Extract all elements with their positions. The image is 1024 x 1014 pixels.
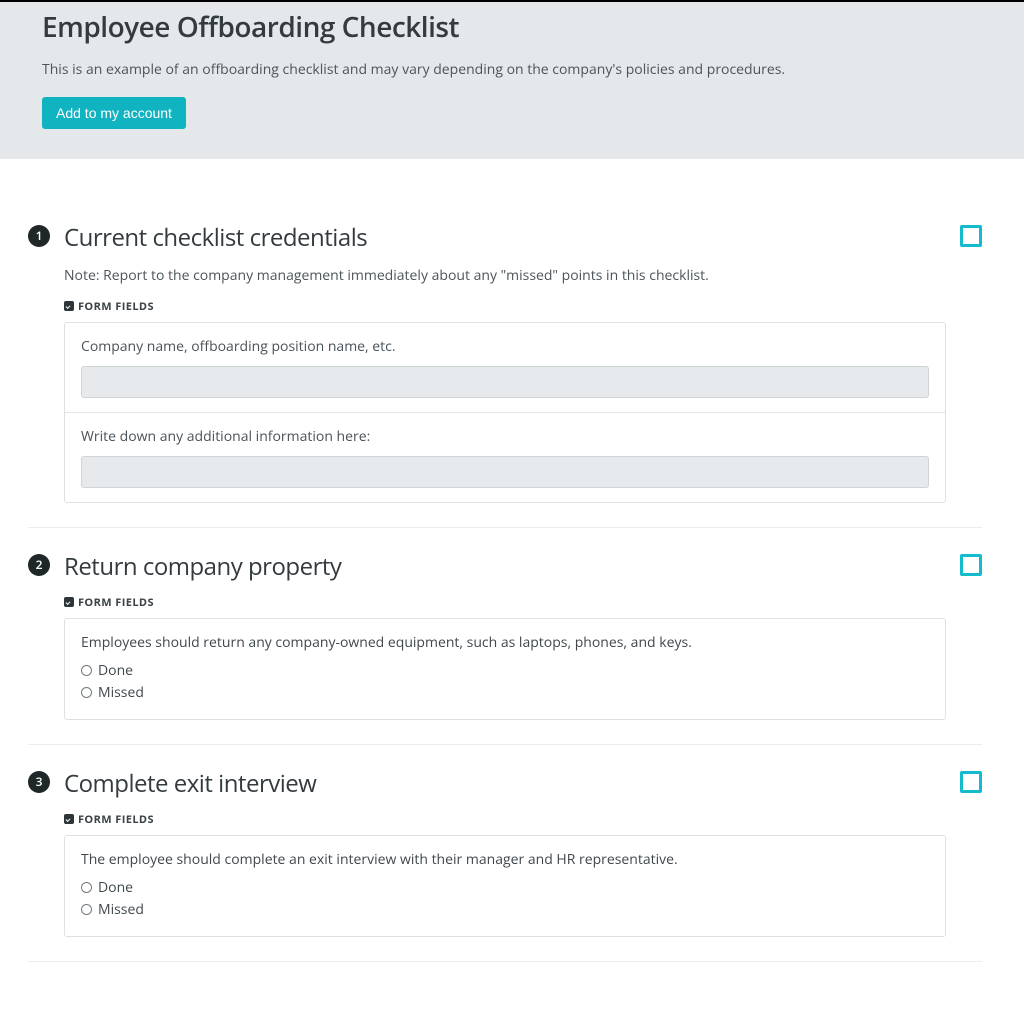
radio-missed[interactable] bbox=[81, 687, 92, 698]
form-fields-panel: The employee should complete an exit int… bbox=[64, 835, 946, 937]
radio-done[interactable] bbox=[81, 882, 92, 893]
form-field-section: Write down any additional information he… bbox=[65, 412, 945, 502]
form-field-section: The employee should complete an exit int… bbox=[65, 836, 945, 936]
radio-done[interactable] bbox=[81, 665, 92, 676]
step-title: Complete exit interview bbox=[64, 767, 946, 800]
radio-option: Done bbox=[81, 877, 929, 899]
form-field-section: Employees should return any company-owne… bbox=[65, 619, 945, 719]
text-input[interactable] bbox=[81, 366, 929, 398]
radio-label: Missed bbox=[98, 683, 144, 702]
add-to-account-button[interactable]: Add to my account bbox=[42, 97, 186, 129]
text-input[interactable] bbox=[81, 456, 929, 488]
form-field-section: Company name, offboarding position name,… bbox=[65, 323, 945, 412]
page-title: Employee Offboarding Checklist bbox=[42, 8, 1024, 46]
form-fields-icon bbox=[64, 301, 74, 311]
radio-option: Missed bbox=[81, 682, 929, 704]
checklist-content: 1 Current checklist credentials Note: Re… bbox=[0, 159, 1024, 1014]
checklist-step: 1 Current checklist credentials Note: Re… bbox=[28, 221, 982, 528]
field-label: Company name, offboarding position name,… bbox=[81, 337, 929, 356]
radio-option: Done bbox=[81, 660, 929, 682]
step-number-badge: 1 bbox=[28, 225, 50, 247]
step-complete-checkbox[interactable] bbox=[960, 771, 982, 793]
field-label: Write down any additional information he… bbox=[81, 427, 929, 446]
form-fields-label: FORM FIELDS bbox=[64, 299, 946, 314]
form-fields-panel: Employees should return any company-owne… bbox=[64, 618, 946, 720]
page-description: This is an example of an offboarding che… bbox=[42, 60, 1024, 79]
radio-label: Done bbox=[98, 661, 133, 680]
form-fields-icon bbox=[64, 814, 74, 824]
step-number-badge: 2 bbox=[28, 554, 50, 576]
form-fields-panel: Company name, offboarding position name,… bbox=[64, 322, 946, 503]
step-note: Note: Report to the company management i… bbox=[64, 266, 946, 285]
step-title: Current checklist credentials bbox=[64, 221, 946, 254]
checklist-step: 3 Complete exit interview FORM FIELDS Th… bbox=[28, 767, 982, 962]
checklist-step: 2 Return company property FORM FIELDS Em… bbox=[28, 550, 982, 745]
step-title: Return company property bbox=[64, 550, 946, 583]
field-description: Employees should return any company-owne… bbox=[81, 633, 929, 652]
form-fields-label: FORM FIELDS bbox=[64, 595, 946, 610]
field-description: The employee should complete an exit int… bbox=[81, 850, 929, 869]
page-header: Employee Offboarding Checklist This is a… bbox=[0, 2, 1024, 159]
radio-label: Done bbox=[98, 878, 133, 897]
step-complete-checkbox[interactable] bbox=[960, 554, 982, 576]
form-fields-icon bbox=[64, 597, 74, 607]
radio-missed[interactable] bbox=[81, 904, 92, 915]
step-complete-checkbox[interactable] bbox=[960, 225, 982, 247]
step-number-badge: 3 bbox=[28, 771, 50, 793]
radio-label: Missed bbox=[98, 900, 144, 919]
radio-option: Missed bbox=[81, 899, 929, 921]
form-fields-label: FORM FIELDS bbox=[64, 812, 946, 827]
